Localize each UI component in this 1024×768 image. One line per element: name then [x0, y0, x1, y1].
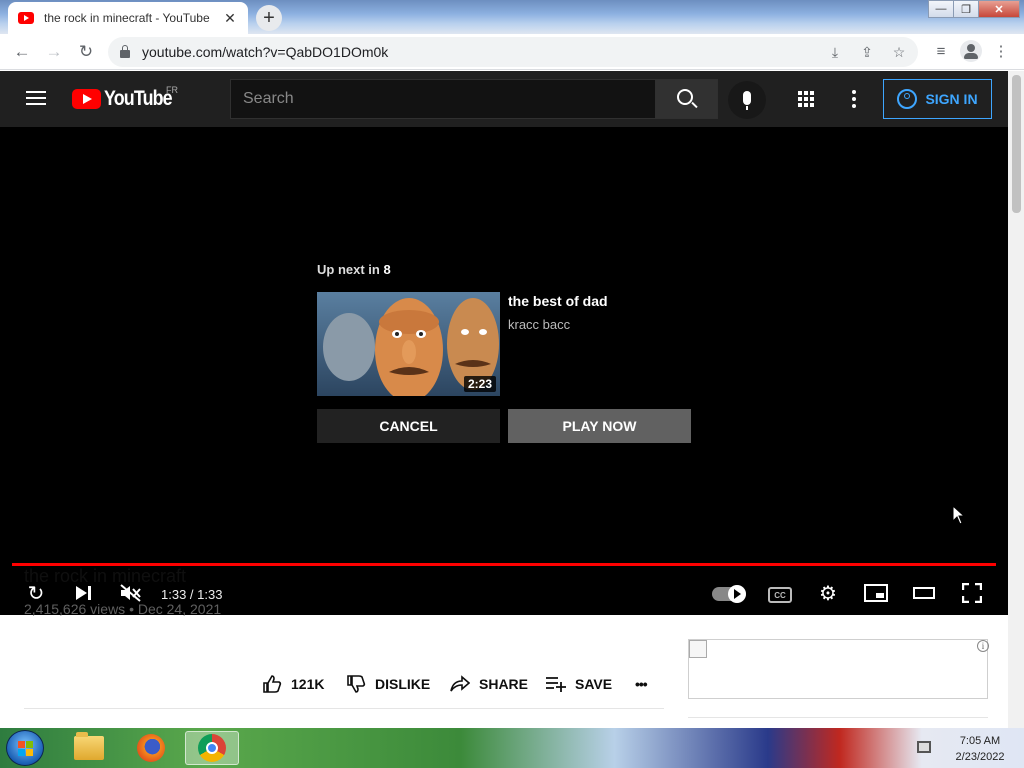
ad-slot[interactable]: i: [688, 639, 989, 699]
country-code: FR: [166, 85, 178, 95]
sidebar-divider: [688, 717, 988, 718]
youtube-play-logo-icon: [72, 89, 101, 109]
browser-tab-active[interactable]: the rock in minecraft - YouTube ✕: [8, 2, 248, 34]
address-bar[interactable]: youtube.com/watch?v=QabDO1DOm0k ⤓ ⇪ ☆: [108, 37, 918, 67]
youtube-header: YouTube FR Search SIGN IN: [0, 71, 1008, 127]
clock-time: 7:05 AM: [959, 735, 1001, 747]
save-button[interactable]: SAVE: [545, 672, 612, 696]
miniplayer-icon[interactable]: [861, 578, 891, 608]
dislike-button[interactable]: DISLIKE: [345, 672, 430, 696]
firefox-icon: [137, 734, 165, 762]
play-now-button[interactable]: PLAY NOW: [508, 409, 691, 443]
up-next-countdown: Up next in 8: [317, 262, 391, 277]
scrollbar-thumb[interactable]: [1012, 75, 1021, 213]
tab-title: the rock in minecraft - YouTube: [44, 11, 210, 25]
fullscreen-icon[interactable]: [957, 578, 987, 608]
divider: [24, 708, 664, 709]
window-controls: — ❐ ✕: [928, 0, 1020, 18]
youtube-favicon-icon: [18, 12, 34, 24]
subtitles-cc-icon[interactable]: CC: [768, 587, 792, 603]
folder-icon: [74, 732, 104, 760]
sign-in-button[interactable]: SIGN IN: [883, 79, 992, 119]
browser-tab-strip: the rock in minecraft - YouTube ✕ + — ❐ …: [0, 0, 1024, 34]
install-app-icon[interactable]: ⤓: [824, 41, 846, 63]
time-display: 1:33 / 1:33: [161, 587, 223, 602]
clock-date: 2/23/2022: [955, 751, 1005, 763]
forward-arrow-icon[interactable]: →: [38, 36, 70, 68]
media-queue-icon[interactable]: ≡: [926, 36, 956, 66]
hamburger-menu-icon[interactable]: [26, 91, 46, 105]
taskbar-chrome[interactable]: [185, 731, 239, 765]
playlist-add-icon: [545, 673, 567, 695]
apps-grid-icon[interactable]: [798, 91, 814, 107]
browser-toolbar: ← → ↻ youtube.com/watch?v=QabDO1DOm0k ⤓ …: [0, 34, 1024, 70]
system-tray: 7:05 AM 2/23/2022: [905, 728, 1024, 768]
browser-menu-icon[interactable]: ⋮: [986, 36, 1016, 66]
lock-icon[interactable]: [120, 44, 130, 58]
page-content: YouTube FR Search SIGN IN Up next in 8 2…: [0, 71, 1024, 728]
dislike-label: DISLIKE: [375, 676, 431, 692]
save-label: SAVE: [575, 676, 613, 692]
settings-gear-icon[interactable]: ⚙: [813, 578, 843, 608]
search-input[interactable]: Search: [230, 79, 656, 119]
like-button[interactable]: 121K: [261, 672, 324, 696]
share-button[interactable]: SHARE: [449, 672, 528, 696]
video-title: the rock in minecraft: [24, 566, 187, 586]
cancel-autoplay-button[interactable]: CANCEL: [317, 409, 500, 443]
minimize-button[interactable]: —: [928, 0, 954, 18]
video-views-date: 2,415,626 views • Dec 24, 2021: [24, 601, 222, 617]
system-clock[interactable]: 7:05 AM 2/23/2022: [945, 733, 1015, 765]
network-icon[interactable]: [917, 741, 931, 753]
theater-mode-icon[interactable]: [909, 578, 939, 608]
start-button[interactable]: [6, 730, 44, 766]
user-account-icon: [897, 89, 918, 109]
url-text: youtube.com/watch?v=QabDO1DOm0k: [142, 44, 389, 60]
video-player[interactable]: Up next in 8 2:23 the best of dad kracc …: [0, 127, 1008, 615]
tab-close-icon[interactable]: ✕: [222, 10, 238, 27]
thumbs-down-icon: [345, 673, 367, 695]
maximize-button[interactable]: ❐: [953, 0, 979, 18]
windows-taskbar: 7:05 AM 2/23/2022: [0, 728, 1024, 768]
share-page-icon[interactable]: ⇪: [856, 41, 878, 63]
broken-image-icon: [689, 640, 707, 658]
reload-icon[interactable]: ↻: [70, 36, 102, 68]
next-video-title[interactable]: the best of dad: [508, 293, 608, 309]
taskbar-firefox[interactable]: [124, 731, 178, 765]
sign-in-label: SIGN IN: [925, 91, 978, 107]
settings-more-icon[interactable]: [852, 90, 856, 108]
autoplay-toggle[interactable]: [712, 585, 746, 603]
countdown-seconds: 8: [383, 262, 391, 277]
chrome-icon: [198, 734, 226, 762]
windows-logo-icon: [18, 741, 33, 756]
page-scrollbar[interactable]: [1008, 71, 1024, 728]
more-actions-button[interactable]: •••: [635, 672, 648, 696]
thumbs-up-icon: [261, 673, 283, 695]
next-video-duration: 2:23: [463, 376, 496, 392]
ad-info-icon[interactable]: i: [977, 640, 989, 652]
bookmark-star-icon[interactable]: ☆: [888, 41, 910, 63]
taskbar-file-explorer[interactable]: [62, 731, 116, 765]
logo-text: YouTube: [104, 87, 173, 110]
microphone-icon: [743, 91, 751, 110]
next-video-thumbnail[interactable]: 2:23: [317, 292, 500, 396]
share-label: SHARE: [479, 676, 529, 692]
profile-avatar-icon[interactable]: [960, 40, 982, 62]
search-button[interactable]: [655, 79, 718, 119]
like-count: 121K: [291, 676, 325, 692]
next-video-channel: kracc bacc: [508, 317, 571, 332]
search-icon: [676, 89, 693, 105]
back-arrow-icon[interactable]: ←: [6, 36, 38, 68]
new-tab-button[interactable]: +: [256, 5, 282, 31]
window-close-button[interactable]: ✕: [978, 0, 1020, 18]
share-arrow-icon: [449, 673, 471, 695]
voice-search-button[interactable]: [728, 81, 766, 119]
